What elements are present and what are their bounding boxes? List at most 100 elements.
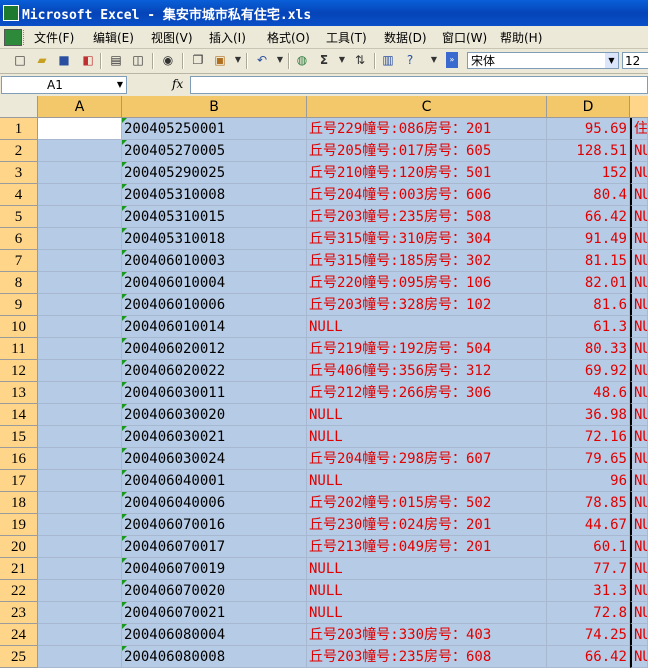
copy-icon[interactable]: ❐: [190, 52, 206, 68]
cell-c[interactable]: 丘号213幢号:049房号：201: [307, 536, 547, 558]
cell-c[interactable]: NULL: [307, 602, 547, 624]
cell-e[interactable]: NU: [630, 404, 648, 426]
cell-e[interactable]: 住: [630, 118, 648, 140]
cell-b[interactable]: 200406010003: [122, 250, 307, 272]
cell-a[interactable]: [38, 536, 122, 558]
cell-d[interactable]: 48.6: [547, 382, 630, 404]
cell-e[interactable]: NU: [630, 602, 648, 624]
open-icon[interactable]: ▰: [34, 52, 50, 68]
cell-d[interactable]: 96: [547, 470, 630, 492]
row-header[interactable]: 15: [0, 426, 38, 448]
row-header[interactable]: 21: [0, 558, 38, 580]
cell-a[interactable]: [38, 492, 122, 514]
formula-input[interactable]: [190, 76, 648, 94]
cell-b[interactable]: 200405310008: [122, 184, 307, 206]
cell-e[interactable]: NU: [630, 448, 648, 470]
cell-e[interactable]: NU: [630, 580, 648, 602]
cell-a[interactable]: [38, 646, 122, 668]
cell-c[interactable]: NULL: [307, 404, 547, 426]
hyperlink-icon[interactable]: ◍: [294, 52, 310, 68]
function-icon[interactable]: fx: [172, 77, 183, 91]
cell-d[interactable]: 77.7: [547, 558, 630, 580]
row-header[interactable]: 6: [0, 228, 38, 250]
cell-a[interactable]: [38, 206, 122, 228]
undo-dropdown-icon[interactable]: ▼: [272, 52, 288, 68]
cell-a[interactable]: [38, 360, 122, 382]
cell-a[interactable]: [38, 250, 122, 272]
cell-d[interactable]: 80.33: [547, 338, 630, 360]
cell-d[interactable]: 61.3: [547, 316, 630, 338]
row-header[interactable]: 12: [0, 360, 38, 382]
cell-c[interactable]: 丘号203幢号:330房号：403: [307, 624, 547, 646]
cell-e[interactable]: NU: [630, 140, 648, 162]
cell-b[interactable]: 200405310018: [122, 228, 307, 250]
paste-icon[interactable]: ▣: [212, 52, 228, 68]
row-header[interactable]: 1: [0, 118, 38, 140]
cell-e[interactable]: NU: [630, 228, 648, 250]
menu-window[interactable]: 窗口(W): [442, 29, 487, 46]
cell-e[interactable]: NU: [630, 316, 648, 338]
menu-view[interactable]: 视图(V): [151, 29, 193, 46]
row-header[interactable]: 20: [0, 536, 38, 558]
cell-b[interactable]: 200406040006: [122, 492, 307, 514]
column-header-a[interactable]: A: [38, 96, 122, 118]
cell-b[interactable]: 200406030024: [122, 448, 307, 470]
print-icon[interactable]: ▤: [108, 52, 124, 68]
cell-d[interactable]: 69.92: [547, 360, 630, 382]
name-box[interactable]: A1 ▼: [1, 76, 127, 94]
cell-e[interactable]: NU: [630, 624, 648, 646]
cell-c[interactable]: 丘号204幢号:298房号：607: [307, 448, 547, 470]
cell-a[interactable]: [38, 184, 122, 206]
help-icon[interactable]: ?: [402, 52, 418, 68]
cell-c[interactable]: 丘号203幢号:328房号：102: [307, 294, 547, 316]
cell-b[interactable]: 200406010004: [122, 272, 307, 294]
cell-c[interactable]: 丘号406幢号:356房号：312: [307, 360, 547, 382]
row-header[interactable]: 9: [0, 294, 38, 316]
menu-grip[interactable]: [23, 30, 27, 45]
font-name-box[interactable]: 宋体 ▼: [467, 52, 619, 69]
save-icon[interactable]: ■: [56, 52, 72, 68]
workbook-icon[interactable]: [4, 29, 22, 46]
row-header[interactable]: 13: [0, 382, 38, 404]
cell-a[interactable]: [38, 580, 122, 602]
chart-wizard-icon[interactable]: ▥: [380, 52, 396, 68]
cell-a[interactable]: [38, 624, 122, 646]
row-header[interactable]: 8: [0, 272, 38, 294]
cell-d[interactable]: 82.01: [547, 272, 630, 294]
cell-d[interactable]: 44.67: [547, 514, 630, 536]
cell-e[interactable]: NU: [630, 646, 648, 668]
select-all-corner[interactable]: [0, 96, 38, 118]
font-size-box[interactable]: 12: [622, 52, 648, 69]
cell-c[interactable]: NULL: [307, 580, 547, 602]
column-header-d[interactable]: D: [547, 96, 630, 118]
cell-b[interactable]: 200406070020: [122, 580, 307, 602]
cell-d[interactable]: 66.42: [547, 646, 630, 668]
cell-c[interactable]: NULL: [307, 470, 547, 492]
cell-b[interactable]: 200406070016: [122, 514, 307, 536]
font-dropdown-icon[interactable]: ▼: [605, 53, 618, 68]
menu-insert[interactable]: 插入(I): [209, 29, 246, 46]
row-header[interactable]: 17: [0, 470, 38, 492]
cell-b[interactable]: 200405250001: [122, 118, 307, 140]
cell-c[interactable]: 丘号202幢号:015房号：502: [307, 492, 547, 514]
cell-a[interactable]: [38, 294, 122, 316]
cell-b[interactable]: 200406030021: [122, 426, 307, 448]
cell-b[interactable]: 200406080004: [122, 624, 307, 646]
cell-c[interactable]: 丘号315幢号:310房号：304: [307, 228, 547, 250]
cell-b[interactable]: 200406070019: [122, 558, 307, 580]
cell-c[interactable]: 丘号212幢号:266房号：306: [307, 382, 547, 404]
toolbar-options-icon[interactable]: ▼: [426, 52, 442, 68]
row-header[interactable]: 25: [0, 646, 38, 668]
cell-d[interactable]: 78.85: [547, 492, 630, 514]
cell-c[interactable]: NULL: [307, 316, 547, 338]
menu-format[interactable]: 格式(O): [267, 29, 310, 46]
cell-a[interactable]: [38, 470, 122, 492]
cell-e[interactable]: NU: [630, 492, 648, 514]
menu-tools[interactable]: 工具(T): [326, 29, 367, 46]
cell-b[interactable]: 200406030011: [122, 382, 307, 404]
row-header[interactable]: 10: [0, 316, 38, 338]
row-header[interactable]: 14: [0, 404, 38, 426]
cell-c[interactable]: 丘号203幢号:235房号：508: [307, 206, 547, 228]
cell-a[interactable]: [38, 228, 122, 250]
cell-e[interactable]: NU: [630, 426, 648, 448]
